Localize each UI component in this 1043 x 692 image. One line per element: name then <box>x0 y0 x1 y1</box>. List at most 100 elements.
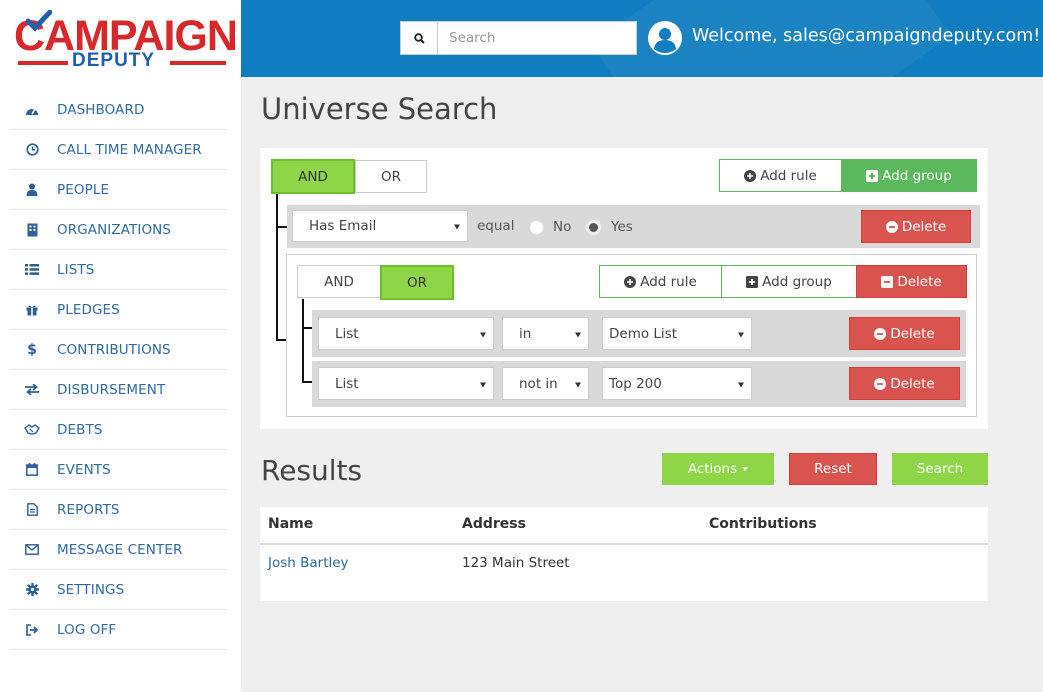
search-submit-button[interactable]: Search <box>892 453 988 485</box>
minus-circle-icon <box>885 220 898 233</box>
actions-dropdown-button[interactable]: Actions <box>662 453 774 485</box>
welcome-text: Welcome, sales@campaigndeputy.com! <box>692 26 1041 46</box>
group-or-toggle[interactable]: OR <box>380 265 454 300</box>
logo-wordmark-bottom: DEPUTY <box>72 50 156 71</box>
select-arrow-icon <box>480 382 486 387</box>
table-header-divider <box>260 543 988 545</box>
column-header-address[interactable]: Address <box>462 516 526 532</box>
logo-underline-right <box>170 61 226 65</box>
tree-line <box>276 194 278 341</box>
rule-row-has-email: Has Email equal No Yes Delete <box>287 205 980 248</box>
select-arrow-icon <box>738 332 744 337</box>
sidebar: CAMPAIGN DEPUTY DASHBOARD CALL TIME MANA… <box>0 0 241 692</box>
logo[interactable]: CAMPAIGN DEPUTY <box>14 10 238 72</box>
sidebar-item-call-time-manager[interactable]: CALL TIME MANAGER <box>10 130 227 170</box>
sidebar-item-dashboard[interactable]: DASHBOARD <box>10 90 227 130</box>
select-arrow-icon <box>575 382 581 387</box>
user-icon <box>24 182 40 198</box>
select-arrow-icon <box>738 382 744 387</box>
rule-value-select[interactable]: Top 200 <box>602 367 752 400</box>
rule-value-select[interactable]: Demo List <box>602 317 752 350</box>
sidebar-item-log-off[interactable]: LOG OFF <box>10 610 227 650</box>
root-add-group-button[interactable]: Add group <box>841 159 977 192</box>
calendar-icon <box>24 462 40 478</box>
file-icon <box>24 502 40 518</box>
plus-square-icon <box>866 169 879 182</box>
sidebar-item-disbursement[interactable]: DISBURSEMENT <box>10 370 227 410</box>
checkmark-icon <box>26 10 52 32</box>
sidebar-item-settings[interactable]: SETTINGS <box>10 570 227 610</box>
rule-delete-button[interactable]: Delete <box>849 317 960 350</box>
root-and-toggle[interactable]: AND <box>271 159 355 194</box>
rule-field-select[interactable]: List <box>318 317 494 350</box>
radio-no-label: No <box>553 219 572 235</box>
gear-icon <box>24 582 40 598</box>
building-icon <box>24 222 40 238</box>
sidebar-item-organizations[interactable]: ORGANIZATIONS <box>10 210 227 250</box>
group-delete-button[interactable]: Delete <box>856 265 967 298</box>
plus-circle-icon <box>744 169 757 182</box>
minus-square-icon <box>881 275 894 288</box>
rule-field-select[interactable]: Has Email <box>292 210 468 242</box>
dashboard-icon <box>24 102 40 118</box>
group-and-toggle[interactable]: AND <box>297 265 381 298</box>
search-button[interactable] <box>401 22 438 54</box>
sidebar-item-pledges[interactable]: PLEDGES <box>10 290 227 330</box>
sidebar-nav: DASHBOARD CALL TIME MANAGER PEOPLE ORGAN… <box>10 90 227 650</box>
rule-row-list-not-in: List not in Top 200 Delete <box>312 361 966 407</box>
sign-out-icon <box>24 622 40 638</box>
minus-circle-icon <box>874 327 887 340</box>
search-input[interactable] <box>438 22 636 54</box>
rule-operator-select[interactable]: not in <box>502 367 589 400</box>
radio-yes[interactable] <box>586 220 601 235</box>
gift-icon <box>24 302 40 318</box>
rule-operator-select[interactable]: in <box>502 317 589 350</box>
page-title: Universe Search <box>261 92 498 126</box>
plus-square-icon <box>746 275 759 288</box>
column-header-contributions[interactable]: Contributions <box>709 516 817 532</box>
avatar-icon[interactable] <box>647 20 683 56</box>
radio-no[interactable] <box>529 220 544 235</box>
select-arrow-icon <box>480 332 486 337</box>
reset-button[interactable]: Reset <box>789 453 877 485</box>
dollar-icon: $ <box>27 341 37 358</box>
user-menu[interactable]: Welcome, sales@campaigndeputy.com! <box>692 26 1043 46</box>
sidebar-item-debts[interactable]: DEBTS <box>10 410 227 450</box>
rule-delete-button[interactable]: Delete <box>849 367 960 400</box>
exchange-icon <box>24 382 40 398</box>
rule-delete-button[interactable]: Delete <box>861 210 971 243</box>
results-table: Name Address Contributions Josh Bartley … <box>260 507 988 601</box>
list-icon <box>24 262 40 278</box>
search-box <box>400 21 637 55</box>
sidebar-item-contributions[interactable]: $ CONTRIBUTIONS <box>10 330 227 370</box>
group-add-group-button[interactable]: Add group <box>721 265 857 298</box>
root-add-rule-button[interactable]: Add rule <box>719 159 842 192</box>
column-header-name[interactable]: Name <box>268 516 313 532</box>
minus-circle-icon <box>874 377 887 390</box>
sidebar-item-lists[interactable]: LISTS <box>10 250 227 290</box>
search-icon <box>413 32 425 44</box>
sidebar-item-people[interactable]: PEOPLE <box>10 170 227 210</box>
select-arrow-icon <box>575 332 581 337</box>
tree-line <box>302 299 304 383</box>
clock-icon <box>24 142 40 158</box>
group-add-rule-button[interactable]: Add rule <box>599 265 722 298</box>
rule-operator-label: equal <box>477 218 515 234</box>
sidebar-item-message-center[interactable]: MESSAGE CENTER <box>10 530 227 570</box>
root-or-toggle[interactable]: OR <box>355 160 427 193</box>
sidebar-item-events[interactable]: EVENTS <box>10 450 227 490</box>
handshake-icon <box>24 422 40 438</box>
rule-group: AND OR Add rule Add group Delete List in <box>286 254 977 417</box>
rule-field-select[interactable]: List <box>318 367 494 400</box>
plus-circle-icon <box>624 275 637 288</box>
result-name-link[interactable]: Josh Bartley <box>268 555 349 571</box>
query-builder: AND OR Add rule Add group Has Email equa… <box>260 148 988 429</box>
rule-row-list-in: List in Demo List Delete <box>312 310 966 357</box>
envelope-icon <box>24 542 40 558</box>
top-header: Welcome, sales@campaigndeputy.com! <box>241 0 1043 77</box>
select-arrow-icon <box>454 224 460 230</box>
result-address: 123 Main Street <box>462 555 570 571</box>
radio-yes-label: Yes <box>611 219 633 235</box>
sidebar-item-reports[interactable]: REPORTS <box>10 490 227 530</box>
caret-down-icon <box>742 467 749 471</box>
